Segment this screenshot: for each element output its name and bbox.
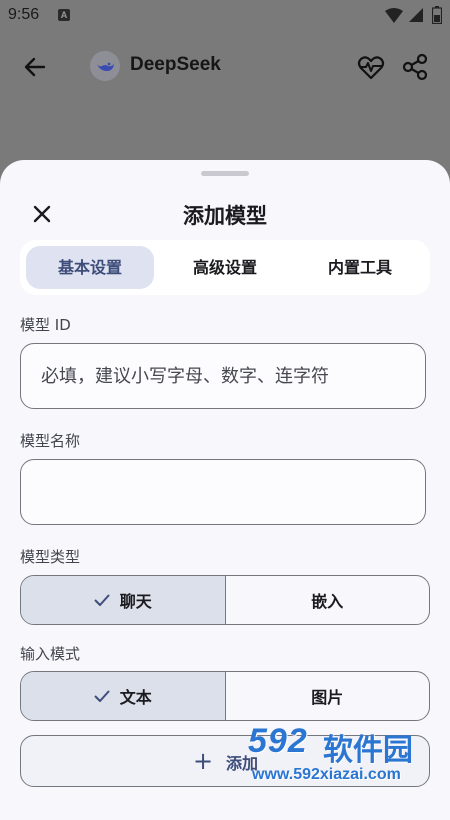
app-title: DeepSeek <box>130 54 221 75</box>
settings-tabs: 基本设置 高级设置 内置工具 <box>20 240 430 295</box>
model-id-label: 模型 ID <box>20 316 71 334</box>
input-mode-text-option[interactable]: 文本 <box>21 672 226 720</box>
model-type-embed-option[interactable]: 嵌入 <box>226 576 430 624</box>
status-bar: 9:56 A <box>0 0 450 32</box>
model-type-chat-option[interactable]: 聊天 <box>21 576 226 624</box>
check-icon <box>94 690 110 702</box>
model-type-chat-label: 聊天 <box>119 592 152 611</box>
back-arrow-icon[interactable] <box>20 52 50 82</box>
status-time: 9:56 <box>8 6 40 23</box>
tab-advanced-settings[interactable]: 高级设置 <box>161 246 289 289</box>
notification-a-icon: A <box>58 9 70 21</box>
heart-pulse-icon[interactable] <box>356 52 386 82</box>
plus-icon: + <box>193 747 214 775</box>
check-icon <box>94 594 110 606</box>
model-type-label: 模型类型 <box>20 548 81 566</box>
input-mode-segmented: 文本 图片 <box>20 671 430 721</box>
model-name-field <box>20 459 426 525</box>
model-name-label: 模型名称 <box>20 432 81 450</box>
tab-basic-settings[interactable]: 基本设置 <box>26 246 154 289</box>
add-model-sheet: 添加模型 基本设置 高级设置 内置工具 模型 ID 模型名称 模型类型 聊天 嵌… <box>0 160 450 820</box>
wifi-icon <box>385 8 403 23</box>
input-mode-label: 输入模式 <box>20 645 81 663</box>
app-bar: DeepSeek <box>0 36 450 96</box>
watermark-logo: 592 <box>248 722 308 760</box>
input-mode-text-label: 文本 <box>119 688 152 707</box>
sheet-drag-handle[interactable] <box>201 171 249 176</box>
watermark-name: 软件园 <box>323 733 413 768</box>
watermark: 592 软件园 www.592xiazai.com <box>248 722 448 792</box>
input-mode-image-label: 图片 <box>311 688 344 707</box>
tab-builtin-tools[interactable]: 内置工具 <box>296 246 424 289</box>
model-name-input[interactable] <box>39 460 403 524</box>
watermark-url: www.592xiazai.com <box>252 766 401 783</box>
deepseek-avatar <box>90 51 120 81</box>
share-icon[interactable] <box>400 52 430 82</box>
model-id-input[interactable] <box>39 344 403 408</box>
model-type-segmented: 聊天 嵌入 <box>20 575 430 625</box>
model-type-embed-label: 嵌入 <box>311 592 344 611</box>
model-id-field <box>20 343 426 409</box>
sheet-title: 添加模型 <box>183 204 267 228</box>
input-mode-image-option[interactable]: 图片 <box>226 672 430 720</box>
signal-icon <box>409 8 423 22</box>
battery-icon <box>432 6 442 24</box>
whale-logo-icon <box>97 62 114 71</box>
